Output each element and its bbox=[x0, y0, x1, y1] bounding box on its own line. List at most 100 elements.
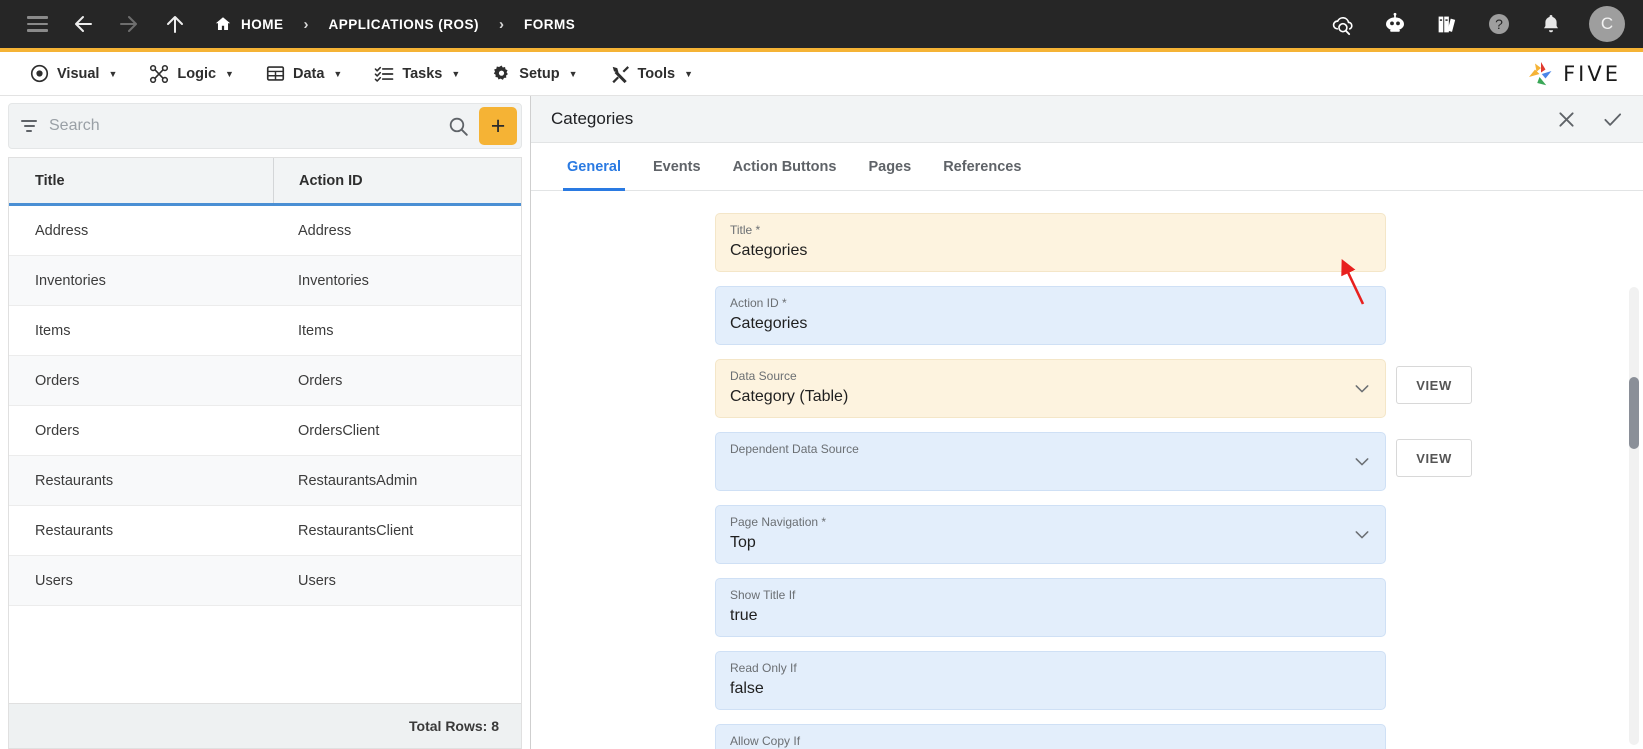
notifications-bell-icon bbox=[1544, 15, 1558, 33]
chatbot-button[interactable] bbox=[1375, 1, 1415, 47]
cell-action-id: Inventories bbox=[298, 272, 369, 289]
table-body: Address Address Inventories Inventories Item… bbox=[9, 206, 521, 703]
avatar-initial: C bbox=[1600, 14, 1614, 33]
input-title[interactable]: Title * Categories bbox=[715, 213, 1386, 272]
input-action-id[interactable]: Action ID * Categories bbox=[715, 286, 1386, 345]
five-pinwheel-icon bbox=[1529, 61, 1552, 85]
cell-action-id: Address bbox=[298, 222, 352, 239]
menu-item-setup[interactable]: Setup ▼ bbox=[476, 52, 593, 96]
column-header-title[interactable]: Title bbox=[9, 158, 273, 203]
menu-item-tools[interactable]: Tools ▼ bbox=[594, 52, 710, 96]
input-read-only-if[interactable]: Read Only If false bbox=[715, 651, 1386, 710]
form-scrollbar-thumb[interactable] bbox=[1629, 377, 1639, 449]
column-header-action-id[interactable]: Action ID bbox=[273, 158, 521, 203]
forms-list-panel: + Title Action ID Address Address Inventor… bbox=[0, 96, 531, 749]
tab-events[interactable]: Events bbox=[637, 143, 717, 190]
select-data-source[interactable]: Data Source Category (Table) bbox=[715, 359, 1386, 418]
cell-action-id: OrdersClient bbox=[298, 422, 380, 439]
detail-header-actions bbox=[1553, 106, 1625, 132]
field-row: Data Source Category (Table) VIEW bbox=[715, 359, 1472, 418]
breadcrumb-forms-label: FORMS bbox=[524, 16, 576, 32]
cell-title: Inventories bbox=[35, 272, 106, 289]
field-row: Page Navigation * Top bbox=[715, 505, 1472, 564]
avatar[interactable]: C bbox=[1589, 6, 1625, 42]
forms-table: Title Action ID Address Address Inventorie… bbox=[8, 157, 522, 749]
chevron-down-icon: ▼ bbox=[568, 68, 578, 79]
menu-item-visual[interactable]: Visual ▼ bbox=[14, 52, 133, 96]
chevron-down-icon: ▼ bbox=[333, 68, 343, 79]
library-button[interactable] bbox=[1427, 1, 1467, 47]
menu-item-logic[interactable]: Logic ▼ bbox=[133, 52, 250, 96]
menu-item-data[interactable]: Data ▼ bbox=[250, 52, 358, 96]
chevron-down-icon: ▼ bbox=[108, 68, 118, 79]
breadcrumb-separator-1: › bbox=[303, 15, 309, 33]
menu-item-visual-label: Visual bbox=[57, 65, 100, 82]
field-row: Title * Categories bbox=[715, 213, 1472, 272]
chatbot-icon bbox=[1386, 12, 1404, 32]
breadcrumb-applications[interactable]: APPLICATIONS (ROS) bbox=[323, 17, 486, 32]
tab-action-buttons[interactable]: Action Buttons bbox=[717, 143, 853, 190]
select-page-navigation[interactable]: Page Navigation * Top bbox=[715, 505, 1386, 564]
cell-action-id: RestaurantsAdmin bbox=[298, 472, 418, 489]
notifications-button[interactable] bbox=[1531, 1, 1571, 47]
search-button[interactable] bbox=[441, 116, 475, 137]
application-menu-bar: Visual ▼ Logic ▼ Data ▼ Tasks ▼ Setup ▼ … bbox=[0, 52, 1643, 96]
table-footer: Total Rows: 8 bbox=[9, 703, 521, 748]
plus-icon: + bbox=[490, 111, 506, 140]
save-button[interactable] bbox=[1599, 106, 1625, 132]
menu-item-tasks[interactable]: Tasks ▼ bbox=[358, 52, 476, 96]
breadcrumb-home[interactable]: HOME bbox=[208, 15, 290, 33]
table-row[interactable]: Address Address bbox=[9, 206, 521, 256]
search-input[interactable] bbox=[49, 117, 441, 135]
detail-tabs: General Events Action Buttons Pages Referenc… bbox=[531, 143, 1643, 191]
table-row[interactable]: Orders OrdersClient bbox=[9, 406, 521, 456]
field-row: Show Title If true bbox=[715, 578, 1472, 637]
cell-title: Restaurants bbox=[35, 522, 114, 539]
tab-general[interactable]: General bbox=[551, 143, 637, 191]
field-value-dependent-data-source bbox=[730, 459, 1341, 480]
gear-icon bbox=[494, 65, 509, 80]
detail-header: Categories bbox=[531, 96, 1643, 143]
view-button-dependent-data-source[interactable]: VIEW bbox=[1396, 439, 1472, 477]
chevron-down-icon: ▼ bbox=[684, 68, 694, 79]
field-label-allow-copy-if: Allow Copy If bbox=[730, 734, 801, 748]
cloud-search-button[interactable] bbox=[1323, 1, 1363, 47]
forward-button[interactable] bbox=[106, 1, 152, 47]
tab-pages[interactable]: Pages bbox=[852, 143, 927, 190]
form-scrollbar-track[interactable] bbox=[1629, 287, 1639, 745]
main-content-area: + Title Action ID Address Address Inventor… bbox=[0, 96, 1643, 749]
table-row[interactable]: Items Items bbox=[9, 306, 521, 356]
svg-text:?: ? bbox=[1495, 16, 1503, 32]
filter-icon[interactable] bbox=[21, 120, 37, 132]
topbar-right-group: ? C bbox=[1323, 1, 1625, 47]
arrow-right-icon bbox=[120, 16, 137, 32]
up-button[interactable] bbox=[152, 1, 198, 47]
input-show-title-if[interactable]: Show Title If true bbox=[715, 578, 1386, 637]
close-button[interactable] bbox=[1553, 106, 1579, 132]
back-button[interactable] bbox=[60, 1, 106, 47]
cell-action-id: Orders bbox=[298, 372, 343, 389]
help-button[interactable]: ? bbox=[1479, 1, 1519, 47]
cell-action-id: RestaurantsClient bbox=[298, 522, 414, 539]
search-bar: + bbox=[8, 103, 522, 149]
table-row[interactable]: Restaurants RestaurantsClient bbox=[9, 506, 521, 556]
brand-label: FIVE bbox=[1563, 61, 1621, 86]
select-dependent-data-source[interactable]: Dependent Data Source bbox=[715, 432, 1386, 491]
tab-references[interactable]: References bbox=[927, 143, 1037, 190]
table-row[interactable]: Restaurants RestaurantsAdmin bbox=[9, 456, 521, 506]
add-form-button[interactable]: + bbox=[479, 107, 517, 145]
chevron-down-icon[interactable] bbox=[1355, 457, 1369, 466]
hamburger-menu-button[interactable] bbox=[14, 1, 60, 47]
cell-title: Address bbox=[35, 222, 89, 239]
table-row[interactable]: Inventories Inventories bbox=[9, 256, 521, 306]
breadcrumb-forms[interactable]: FORMS bbox=[518, 17, 581, 32]
books-library-icon bbox=[1438, 16, 1456, 33]
table-row[interactable]: Users Users bbox=[9, 556, 521, 606]
chevron-down-icon[interactable] bbox=[1355, 384, 1369, 393]
chevron-down-icon[interactable] bbox=[1355, 530, 1369, 539]
menu-item-setup-label: Setup bbox=[519, 65, 560, 82]
table-row[interactable]: Orders Orders bbox=[9, 356, 521, 406]
input-allow-copy-if[interactable]: Allow Copy Iffalse bbox=[715, 724, 1386, 749]
cell-title: Items bbox=[35, 322, 71, 339]
view-button-data-source[interactable]: VIEW bbox=[1396, 366, 1472, 404]
